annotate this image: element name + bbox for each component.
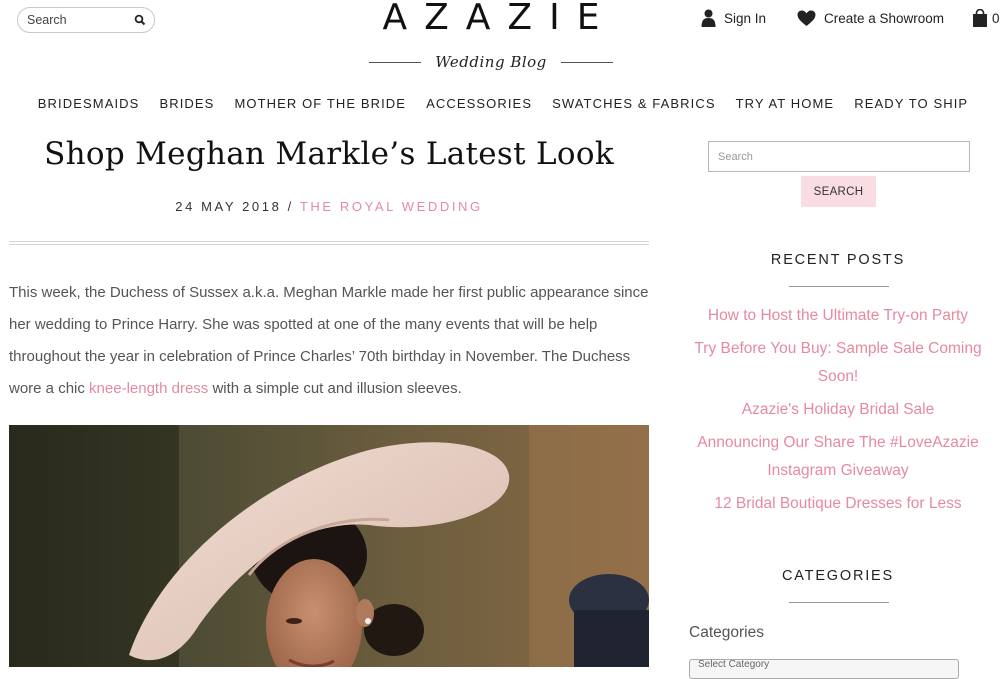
- meta-separator: /: [287, 199, 294, 214]
- nav-accessories[interactable]: ACCESSORIES: [426, 96, 532, 114]
- logo-subtitle: Wedding Blog: [369, 50, 613, 74]
- cart-link[interactable]: 0: [972, 8, 1000, 28]
- recent-posts-divider: [789, 286, 889, 287]
- article-category-link[interactable]: THE ROYAL WEDDING: [300, 199, 483, 214]
- article-title: Shop Meghan Markle’s Latest Look: [44, 136, 614, 172]
- article-photo: [9, 425, 649, 667]
- logo-divider-left: [369, 61, 422, 63]
- recent-posts-title: RECENT POSTS: [770, 252, 906, 268]
- article-meta: 24 MAY 2018 / THE ROYAL WEDDING: [9, 199, 649, 214]
- sign-in-link[interactable]: Sign In: [701, 8, 766, 28]
- categories-select[interactable]: Select Category: [689, 659, 959, 679]
- article-date: 24 MAY 2018: [175, 199, 282, 214]
- recent-post-link[interactable]: How to Host the Ultimate Try-on Party: [688, 302, 988, 330]
- nav-try-at-home[interactable]: TRY AT HOME: [736, 96, 835, 114]
- recent-post-link[interactable]: 12 Bridal Boutique Dresses for Less: [688, 490, 988, 518]
- user-icon: [701, 9, 716, 27]
- nav-mother-of-the-bride[interactable]: MOTHER OF THE BRIDE: [234, 96, 406, 114]
- cart-count: 0: [992, 10, 1000, 26]
- site-logo[interactable]: AZAZIE: [365, 0, 617, 38]
- photo-illustration: [9, 425, 649, 667]
- recent-posts-list: How to Host the Ultimate Try-on Party Tr…: [688, 302, 988, 523]
- header-search-input[interactable]: [27, 13, 127, 27]
- header-search-box[interactable]: [17, 7, 155, 33]
- create-showroom-label: Create a Showroom: [824, 10, 945, 26]
- sidebar-search-box[interactable]: [708, 141, 970, 172]
- recent-post-link[interactable]: Try Before You Buy: Sample Sale Coming S…: [688, 335, 988, 391]
- categories-label: Categories: [689, 624, 764, 641]
- article-body: This week, the Duchess of Sussex a.k.a. …: [9, 277, 654, 405]
- shopping-bag-icon: [973, 9, 987, 27]
- categories-title: CATEGORIES: [782, 568, 894, 584]
- article-body-text-end: with a simple cut and illusion sleeves.: [208, 380, 462, 397]
- logo-subtitle-text: Wedding Blog: [435, 53, 547, 71]
- search-icon[interactable]: [134, 14, 146, 26]
- nav-ready-to-ship[interactable]: READY TO SHIP: [854, 96, 968, 114]
- nav-bridesmaids[interactable]: BRIDESMAIDS: [38, 96, 140, 114]
- knee-length-dress-link[interactable]: knee-length dress: [89, 380, 208, 397]
- main-nav: BRIDESMAIDS BRIDES MOTHER OF THE BRIDE A…: [0, 96, 1006, 114]
- logo-divider-right: [560, 61, 613, 63]
- heart-icon: [797, 9, 816, 26]
- nav-swatches-fabrics[interactable]: SWATCHES & FABRICS: [552, 96, 716, 114]
- create-showroom-link[interactable]: Create a Showroom: [797, 8, 944, 28]
- recent-post-link[interactable]: Announcing Our Share The #LoveAzazie Ins…: [688, 429, 988, 485]
- sidebar-search-button[interactable]: SEARCH: [801, 176, 876, 207]
- categories-divider: [789, 602, 889, 603]
- article-divider: [9, 241, 649, 242]
- article-divider-second: [9, 244, 649, 245]
- sidebar-search-input[interactable]: [718, 142, 958, 171]
- sign-in-label: Sign In: [724, 10, 767, 26]
- nav-brides[interactable]: BRIDES: [159, 96, 214, 114]
- recent-post-link[interactable]: Azazie's Holiday Bridal Sale: [688, 396, 988, 424]
